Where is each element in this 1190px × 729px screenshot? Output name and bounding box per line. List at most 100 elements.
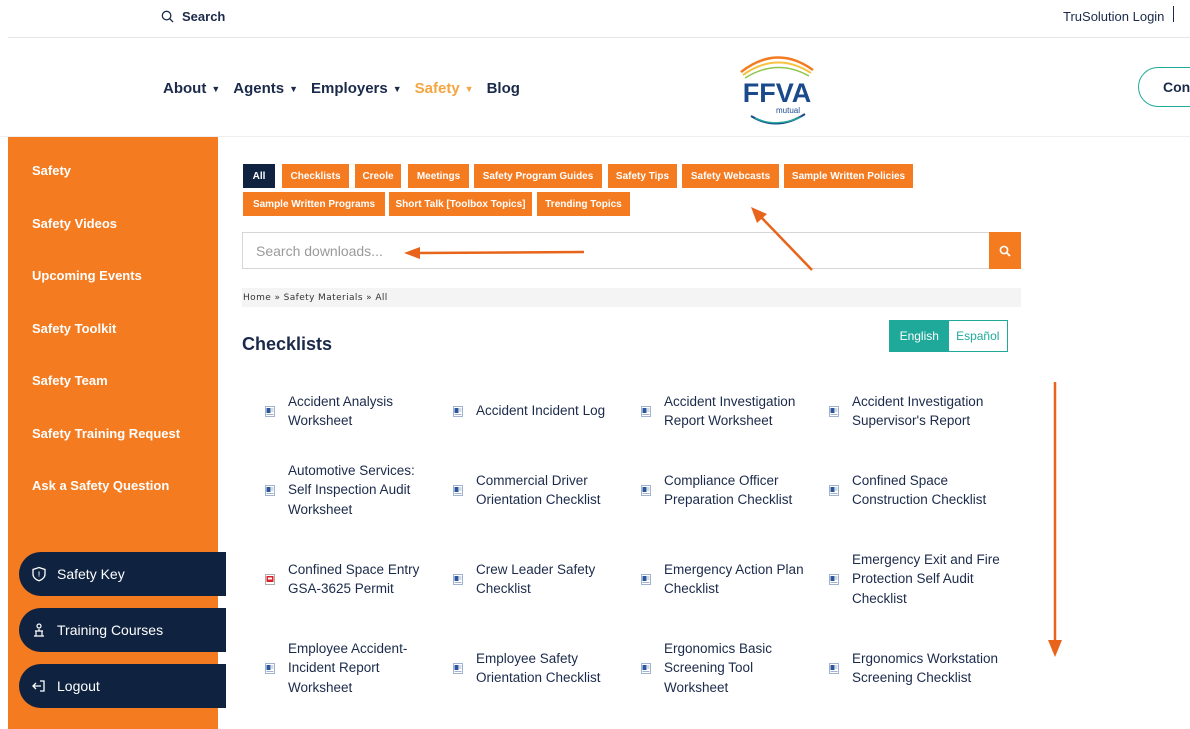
trusolution-login-link[interactable]: TruSolution Login [1063,9,1164,24]
lang-espanol-button[interactable]: Español [948,321,1007,351]
nav-item-blog[interactable]: Blog [487,80,520,97]
shield-icon: ! [32,566,46,582]
document-title: Compliance Officer Preparation Checklist [664,472,793,508]
tab-meetings[interactable]: Meetings [408,164,469,188]
training-courses-button[interactable]: Training Courses [19,608,226,652]
lang-english-button[interactable]: English [890,321,949,351]
contact-button[interactable]: Cont [1138,67,1190,107]
word-file-icon [453,484,463,496]
word-file-icon [829,405,839,417]
document-title: Crew Leader Safety Checklist [476,561,596,597]
sidebar-item-safety-videos[interactable]: Safety Videos [32,216,117,231]
main-nav: About ▼ Agents ▼ Employers ▼ Safety ▼ Blog F… [0,40,1190,136]
tab-safety-tips[interactable]: Safety Tips [608,164,677,188]
nav-item-label: Safety [414,80,460,97]
word-file-icon [265,405,275,417]
logo-subtext: mutual [776,106,800,115]
pdf-file-icon [265,573,275,585]
tab-safety-program-guides[interactable]: Safety Program Guides [474,164,602,188]
nav-item-agents[interactable]: Agents ▼ [233,80,298,97]
tab-short-talk[interactable]: Short Talk [Toolbox Topics] [389,192,532,216]
top-search-link[interactable]: Search [161,9,225,24]
tab-sample-written-policies[interactable]: Sample Written Policies [784,164,913,188]
document-title: Employee Accident-Incident Report Worksh… [288,640,408,695]
document-title: Accident Incident Log [476,403,606,419]
word-file-icon [641,405,651,417]
top-bar: Search TruSolution Login [0,0,1190,34]
document-item[interactable]: Accident Investigation Report Worksheet [641,381,814,441]
sidebar: Safety Safety Videos Upcoming Events Saf… [8,137,226,729]
document-title: Accident Investigation Supervisor's Repo… [852,393,984,429]
document-item[interactable]: Accident Incident Log [453,381,626,441]
document-item[interactable]: Employee Accident-Incident Report Worksh… [265,638,438,698]
ffva-mutual-logo[interactable]: FFVA mutual [733,48,821,130]
word-file-icon [453,573,463,585]
sidebar-item-safety[interactable]: Safety [32,163,71,178]
document-item[interactable]: Employee Safety Orientation Checklist [453,638,626,698]
training-courses-label: Training Courses [57,622,164,638]
document-title: Automotive Services: Self Inspection Aud… [288,462,415,517]
document-item[interactable]: Ergonomics Workstation Screening Checkli… [829,638,1002,698]
document-item[interactable]: Accident Investigation Supervisor's Repo… [829,381,1002,441]
svg-text:!: ! [38,572,40,579]
word-file-icon [453,405,463,417]
search-button[interactable] [989,232,1021,269]
tab-checklists[interactable]: Checklists [282,164,349,188]
training-icon [34,623,44,637]
document-title: Emergency Exit and Fire Protection Self … [852,551,1000,606]
sidebar-item-safety-team[interactable]: Safety Team [32,373,108,388]
caret-down-icon: ▼ [392,83,402,94]
logout-button[interactable]: Logout [19,664,226,708]
tab-safety-webcasts[interactable]: Safety Webcasts [682,164,779,188]
sidebar-item-upcoming-events[interactable]: Upcoming Events [32,268,142,283]
search-input[interactable] [243,233,990,268]
sidebar-item-safety-training-request[interactable]: Safety Training Request [32,426,180,441]
document-item[interactable]: Commercial Driver Orientation Checklist [453,460,626,520]
document-title: Accident Analysis Worksheet [288,393,394,429]
document-item[interactable]: Emergency Action Plan Checklist [641,549,814,609]
divider [1173,6,1174,22]
document-item[interactable]: Accident Analysis Worksheet [265,381,438,441]
safety-key-button[interactable]: ! Safety Key [19,552,226,596]
search-icon [161,10,174,23]
search-downloads-field [242,232,990,269]
word-file-icon [265,662,275,674]
safety-key-label: Safety Key [57,566,125,582]
arrow-annotation [1048,382,1062,657]
word-file-icon [641,662,651,674]
nav-item-label: Employers [311,80,388,97]
document-title: Accident Investigation Report Worksheet [664,393,796,429]
logout-icon [32,680,45,692]
tab-trending-topics[interactable]: Trending Topics [537,192,630,216]
nav-item-employers[interactable]: Employers ▼ [311,80,402,97]
document-item[interactable]: Crew Leader Safety Checklist [453,549,626,609]
tab-creole[interactable]: Creole [355,164,401,188]
nav-item-about[interactable]: About ▼ [163,80,220,97]
document-item[interactable]: Automotive Services: Self Inspection Aud… [265,460,438,520]
document-item[interactable]: Emergency Exit and Fire Protection Self … [829,549,1002,609]
section-title: Checklists [242,334,333,354]
document-item[interactable]: Confined Space Entry GSA-3625 Permit [265,549,438,609]
document-item[interactable]: Ergonomics Basic Screening Tool Workshee… [641,638,814,698]
nav-item-label: Agents [233,80,285,97]
document-title: Ergonomics Workstation Screening Checkli… [852,650,999,686]
word-file-icon [829,662,839,674]
document-title: Ergonomics Basic Screening Tool Workshee… [664,640,773,695]
breadcrumb: Home » Safety Materials » All [242,288,1021,307]
nav-item-safety[interactable]: Safety ▼ [415,80,474,97]
caret-down-icon: ▼ [289,83,299,94]
caret-down-icon: ▼ [464,83,474,94]
logo-text: FFVA [743,78,812,108]
top-search-label: Search [182,9,226,24]
tab-all[interactable]: All [243,164,275,188]
sidebar-item-safety-toolkit[interactable]: Safety Toolkit [32,321,116,336]
nav-item-label: Blog [486,80,520,97]
document-item[interactable]: Compliance Officer Preparation Checklist [641,460,814,520]
document-item[interactable]: Confined Space Construction Checklist [829,460,1002,520]
search-icon [999,245,1011,257]
language-toggle: English Español [889,320,1008,352]
caret-down-icon: ▼ [211,83,221,94]
word-file-icon [453,662,463,674]
tab-sample-written-programs[interactable]: Sample Written Programs [243,192,385,216]
sidebar-item-ask-a-safety-question[interactable]: Ask a Safety Question [32,478,169,493]
